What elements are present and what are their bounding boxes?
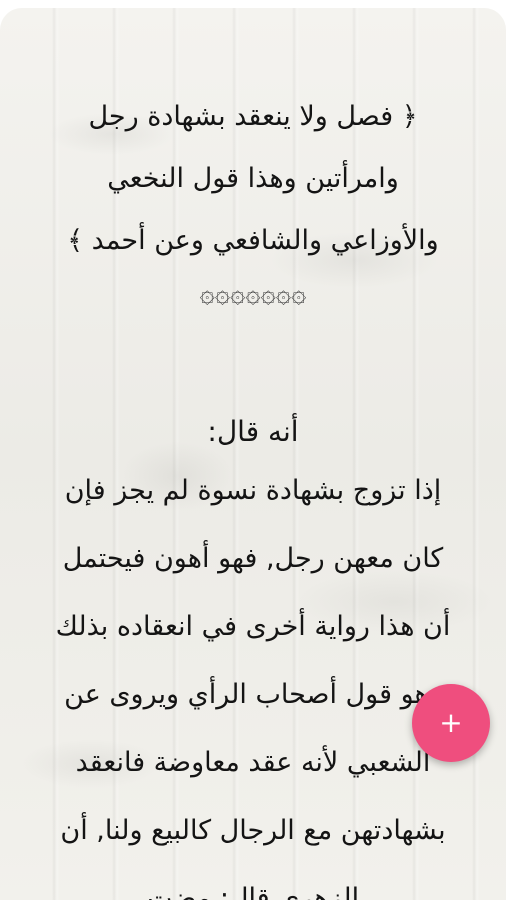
add-fab-button[interactable]: + [412, 684, 490, 762]
plus-icon: + [439, 706, 463, 739]
passage-line-2: كان معهن رجل, فهو أهون فيحتمل [62, 543, 444, 574]
passage-title: أنه قال: [207, 415, 299, 448]
paper-background: ﴿ فصل ولا ينعقد بشهادة رجل وامرأتين وهذا… [0, 8, 506, 900]
passage-line-6: بشهادتهن مع الرجال كالبيع ولنا, أن [60, 815, 446, 846]
chapter-heading-line-2: وامرأتين وهذا قول النخعي [107, 163, 399, 194]
reader-screen: ﴿ فصل ولا ينعقد بشهادة رجل وامرأتين وهذا… [0, 0, 506, 900]
passage-line-3: أن هذا رواية أخرى في انعقاده بذلك [55, 611, 451, 642]
passage-line-1: إذا تزوج بشهادة نسوة لم يجز فإن [64, 475, 442, 506]
passage-line-7: الزهري قال: مضت [146, 883, 360, 900]
ornament-divider: ۞۞۞۞۞۞۞ [199, 279, 307, 309]
book-page-content: ﴿ فصل ولا ينعقد بشهادة رجل وامرأتين وهذا… [10, 86, 496, 900]
chapter-heading-line-1: ﴿ فصل ولا ينعقد بشهادة رجل [88, 101, 418, 132]
chapter-heading-line-3: والأوزاعي والشافعي وعن أحمد ﴾ [67, 225, 439, 256]
